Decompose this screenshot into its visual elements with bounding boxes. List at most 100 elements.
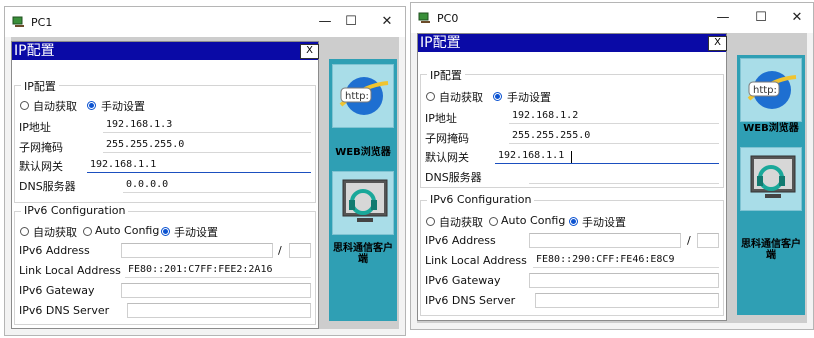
ipv6-prefix-field[interactable]: [697, 233, 719, 248]
maximize-button[interactable]: ☐: [749, 9, 773, 27]
ip-config-dialog: IP配置 X IP配置 自动获取 手动设置 IP地址 192.168.1.2 子…: [417, 33, 727, 321]
svg-text:http:: http:: [345, 91, 369, 102]
ipv6-auto-radio[interactable]: [20, 227, 29, 236]
communication-client-icon[interactable]: [332, 171, 394, 235]
web-browser-label: WEB浏览器: [743, 123, 799, 134]
dialog-titlebar: IP配置 X: [12, 42, 319, 60]
prefix-separator: /: [278, 244, 282, 257]
ipv4-manual-radio[interactable]: [493, 92, 502, 101]
pc1-titlebar[interactable]: PC1 — ☐ ✕: [5, 7, 405, 37]
ip-address-field[interactable]: 192.168.1.3: [103, 118, 311, 133]
close-button[interactable]: ✕: [375, 13, 399, 31]
ipv4-auto-label: 自动获取: [33, 100, 77, 113]
default-gateway-field[interactable]: 192.168.1.1: [87, 158, 311, 173]
ipv4-manual-radio[interactable]: [87, 101, 96, 110]
svg-text:http:: http:: [753, 85, 777, 96]
web-browser-icon[interactable]: http:: [332, 64, 394, 128]
ipv4-legend: IP配置: [21, 78, 59, 94]
ipv6-manual-radio[interactable]: [161, 227, 170, 236]
ipv6-group: IPv6 Configuration 自动获取 Auto Config 手动设置…: [14, 204, 316, 325]
ip-config-dialog: IP配置 X IP配置 自动获取 手动设置 IP地址 192.168.1.3 子…: [11, 41, 319, 329]
ipv6-gateway-field[interactable]: [529, 273, 719, 288]
minimize-button[interactable]: —: [711, 9, 735, 27]
pc1-window: PC1 — ☐ ✕ http: WEB浏览器 思科通信客户端 IP配置 X IP…: [4, 6, 406, 336]
ipv6-autoconfig-radio[interactable]: [489, 217, 498, 226]
ipv6-prefix-field[interactable]: [289, 243, 311, 258]
ipv6-group: IPv6 Configuration 自动获取 Auto Config 手动设置…: [420, 193, 724, 316]
ip-address-label: IP地址: [425, 112, 457, 125]
dns-server-label: DNS服务器: [425, 171, 482, 184]
headset-monitor-icon: [342, 179, 388, 222]
ipv6-dns-field[interactable]: [535, 293, 719, 308]
ipv4-manual-label: 手动设置: [101, 100, 145, 113]
ipv4-auto-radio[interactable]: [20, 101, 29, 110]
pc0-titlebar[interactable]: PC0 — ☐ ✕: [411, 3, 813, 33]
ipv6-autoconfig-radio[interactable]: [83, 227, 92, 236]
ipv6-autoconfig-label: Auto Config: [501, 214, 566, 227]
ipv6-dns-label: IPv6 DNS Server: [425, 294, 516, 307]
ipv6-legend: IPv6 Configuration: [21, 204, 129, 217]
ipv6-manual-radio[interactable]: [569, 217, 578, 226]
ipv6-gateway-label: IPv6 Gateway: [19, 284, 95, 297]
ipv6-gateway-label: IPv6 Gateway: [425, 274, 501, 287]
dialog-close-button[interactable]: X: [708, 36, 727, 51]
globe-icon: http:: [339, 77, 389, 115]
link-local-field[interactable]: FE80::201:C7FF:FEE2:2A16: [125, 263, 311, 278]
communication-client-label: 思科通信客户端: [741, 239, 801, 261]
ipv4-group: IP配置 自动获取 手动设置 IP地址 192.168.1.3 子网掩码 255…: [14, 78, 316, 203]
link-local-field[interactable]: FE80::290:CFF:FE46:E8C9: [533, 253, 719, 268]
ipv6-gateway-field[interactable]: [121, 283, 311, 298]
dns-server-label: DNS服务器: [19, 180, 76, 193]
minimize-button[interactable]: —: [313, 13, 337, 31]
dialog-title: IP配置: [420, 35, 461, 51]
link-local-label: Link Local Address: [425, 254, 527, 267]
dialog-close-button[interactable]: X: [300, 44, 319, 59]
link-local-label: Link Local Address: [19, 264, 121, 277]
ipv6-autoconfig-label: Auto Config: [95, 224, 160, 237]
ipv6-dns-field[interactable]: [127, 303, 311, 318]
ipv6-manual-label: 手动设置: [582, 216, 626, 229]
text-caret: [571, 151, 572, 163]
ip-address-label: IP地址: [19, 121, 51, 134]
ipv4-group: IP配置 自动获取 手动设置 IP地址 192.168.1.2 子网掩码 255…: [420, 67, 724, 188]
ipv4-manual-label: 手动设置: [507, 91, 551, 104]
close-button[interactable]: ✕: [785, 9, 809, 27]
default-gateway-field[interactable]: 192.168.1.1: [495, 149, 719, 164]
window-title: PC1: [31, 16, 53, 29]
default-gateway-label: 默认网关: [425, 151, 469, 164]
subnet-mask-field[interactable]: 255.255.255.0: [509, 129, 719, 144]
communication-client-icon[interactable]: [740, 147, 802, 211]
app-icon: [418, 12, 430, 23]
dns-server-field[interactable]: 0.0.0.0: [123, 178, 311, 193]
app-icon: [12, 16, 24, 27]
headset-monitor-icon: [750, 155, 796, 198]
web-browser-label: WEB浏览器: [335, 147, 391, 158]
ipv6-auto-label: 自动获取: [33, 226, 77, 239]
ipv6-manual-label: 手动设置: [174, 226, 218, 239]
ipv6-address-field[interactable]: [121, 243, 273, 258]
ipv6-address-label: IPv6 Address: [425, 234, 496, 247]
communication-client-label: 思科通信客户端: [333, 243, 393, 265]
prefix-separator: /: [687, 234, 691, 247]
pc1-desktop-panel: http: WEB浏览器 思科通信客户端: [329, 59, 397, 321]
ip-address-field[interactable]: 192.168.1.2: [509, 109, 719, 124]
ipv6-address-field[interactable]: [529, 233, 681, 248]
subnet-mask-field[interactable]: 255.255.255.0: [103, 138, 311, 153]
maximize-button[interactable]: ☐: [339, 13, 363, 31]
globe-icon: http:: [747, 71, 797, 109]
ipv4-auto-radio[interactable]: [426, 92, 435, 101]
default-gateway-label: 默认网关: [19, 160, 63, 173]
ipv6-auto-radio[interactable]: [426, 217, 435, 226]
ipv6-dns-label: IPv6 DNS Server: [19, 304, 110, 317]
subnet-mask-label: 子网掩码: [19, 141, 63, 154]
dns-server-field[interactable]: [529, 169, 719, 184]
window-title: PC0: [437, 12, 459, 25]
web-browser-icon[interactable]: http:: [740, 58, 802, 122]
pc0-window: PC0 — ☐ ✕ http: WEB浏览器 思科通信客户端 IP配置 X IP…: [410, 2, 814, 330]
ipv6-address-label: IPv6 Address: [19, 244, 90, 257]
subnet-mask-label: 子网掩码: [425, 132, 469, 145]
dialog-titlebar: IP配置 X: [418, 34, 727, 52]
ipv6-legend: IPv6 Configuration: [427, 193, 535, 206]
ipv4-legend: IP配置: [427, 67, 465, 83]
dialog-title: IP配置: [14, 43, 55, 59]
